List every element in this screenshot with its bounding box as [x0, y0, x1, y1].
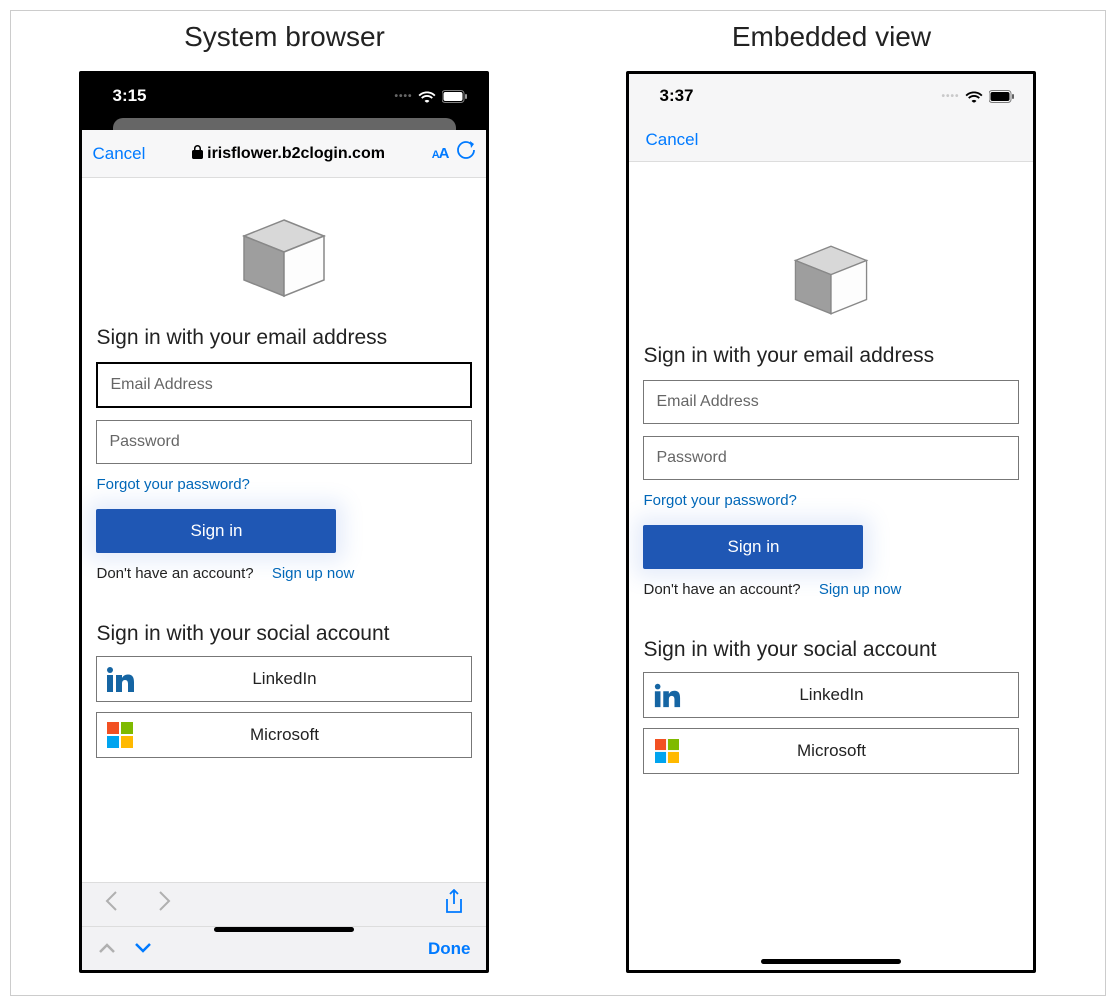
status-right: ••••: [941, 90, 1015, 103]
home-indicator[interactable]: [214, 927, 354, 932]
social-headline: Sign in with your social account: [643, 638, 1019, 662]
text-size-button[interactable]: AA: [432, 145, 449, 162]
email-field[interactable]: Email Address: [643, 380, 1019, 424]
cancel-button[interactable]: Cancel: [92, 144, 145, 164]
battery-icon: [442, 90, 468, 103]
background-tab-hint: [82, 118, 486, 130]
signup-row: Don't have an account? Sign up now: [643, 581, 1019, 598]
microsoft-button[interactable]: Microsoft: [643, 728, 1019, 774]
embedded-view-column: Embedded view 3:37 •••• Cancel: [569, 21, 1094, 995]
status-bar: 3:15 ••••: [82, 74, 486, 118]
signin-page: Sign in with your email address Email Ad…: [82, 178, 486, 758]
cellular-dots-icon: ••••: [941, 91, 959, 102]
nav-arrows: [104, 890, 172, 919]
status-time: 3:37: [659, 86, 693, 106]
updown-controls: [98, 938, 152, 959]
signin-headline: Sign in with your email address: [643, 344, 1019, 368]
embedded-header: Cancel: [629, 118, 1033, 162]
signin-button[interactable]: Sign in: [96, 509, 336, 553]
system-browser-column: System browser 3:15 •••• Cancel: [22, 21, 547, 995]
home-indicator[interactable]: [761, 959, 901, 964]
signup-link[interactable]: Sign up now: [272, 565, 355, 582]
no-account-text: Don't have an account?: [643, 581, 800, 598]
cube-logo-icon: [791, 244, 871, 316]
cube-logo-icon: [239, 218, 329, 298]
forgot-password-link[interactable]: Forgot your password?: [643, 492, 1019, 509]
back-button[interactable]: [104, 890, 118, 919]
up-button[interactable]: [98, 938, 116, 959]
signup-link[interactable]: Sign up now: [819, 581, 902, 598]
linkedin-icon: [644, 681, 690, 709]
system-browser-title: System browser: [184, 21, 385, 53]
cancel-button[interactable]: Cancel: [645, 130, 698, 150]
linkedin-label: LinkedIn: [690, 685, 1018, 705]
password-field[interactable]: Password: [643, 436, 1019, 480]
microsoft-label: Microsoft: [143, 725, 471, 745]
safari-done-row: Done: [82, 926, 486, 970]
status-right: ••••: [394, 90, 468, 103]
microsoft-button[interactable]: Microsoft: [96, 712, 472, 758]
signup-row: Don't have an account? Sign up now: [96, 565, 472, 582]
safari-toolbar: Cancel irisflower.b2clogin.com AA: [82, 130, 486, 178]
safari-nav-row: [82, 882, 486, 926]
down-button[interactable]: [134, 938, 152, 959]
safari-bottom-toolbar: Done: [82, 882, 486, 970]
microsoft-label: Microsoft: [690, 741, 1018, 761]
url-display[interactable]: irisflower.b2clogin.com: [153, 145, 423, 163]
no-account-text: Don't have an account?: [96, 565, 253, 582]
social-headline: Sign in with your social account: [96, 622, 472, 646]
embedded-view-phone: 3:37 •••• Cancel: [626, 71, 1036, 973]
reload-button[interactable]: [456, 140, 476, 167]
password-field[interactable]: Password: [96, 420, 472, 464]
linkedin-button[interactable]: LinkedIn: [643, 672, 1019, 718]
linkedin-button[interactable]: LinkedIn: [96, 656, 472, 702]
linkedin-icon: [97, 664, 143, 694]
signin-page: Sign in with your email address Email Ad…: [629, 162, 1033, 774]
system-browser-phone: 3:15 •••• Cancel: [79, 71, 489, 973]
embedded-view-title: Embedded view: [732, 21, 931, 53]
linkedin-label: LinkedIn: [143, 669, 471, 689]
share-button[interactable]: [444, 889, 464, 920]
forgot-password-link[interactable]: Forgot your password?: [96, 476, 472, 493]
comparison-container: System browser 3:15 •••• Cancel: [10, 10, 1106, 996]
logo-wrap: [96, 218, 472, 298]
signin-button[interactable]: Sign in: [643, 525, 863, 569]
signin-headline: Sign in with your email address: [96, 326, 472, 350]
microsoft-icon: [97, 722, 143, 748]
cellular-dots-icon: ••••: [394, 91, 412, 102]
wifi-icon: [418, 90, 436, 103]
logo-wrap: [643, 244, 1019, 316]
microsoft-icon: [644, 739, 690, 763]
forward-button[interactable]: [158, 890, 172, 919]
lock-icon: [192, 145, 203, 162]
url-domain: irisflower.b2clogin.com: [207, 145, 385, 163]
email-field[interactable]: Email Address: [96, 362, 472, 408]
status-time: 3:15: [112, 86, 146, 106]
wifi-icon: [965, 90, 983, 103]
done-button[interactable]: Done: [428, 939, 471, 959]
battery-icon: [989, 90, 1015, 103]
status-bar: 3:37 ••••: [629, 74, 1033, 118]
